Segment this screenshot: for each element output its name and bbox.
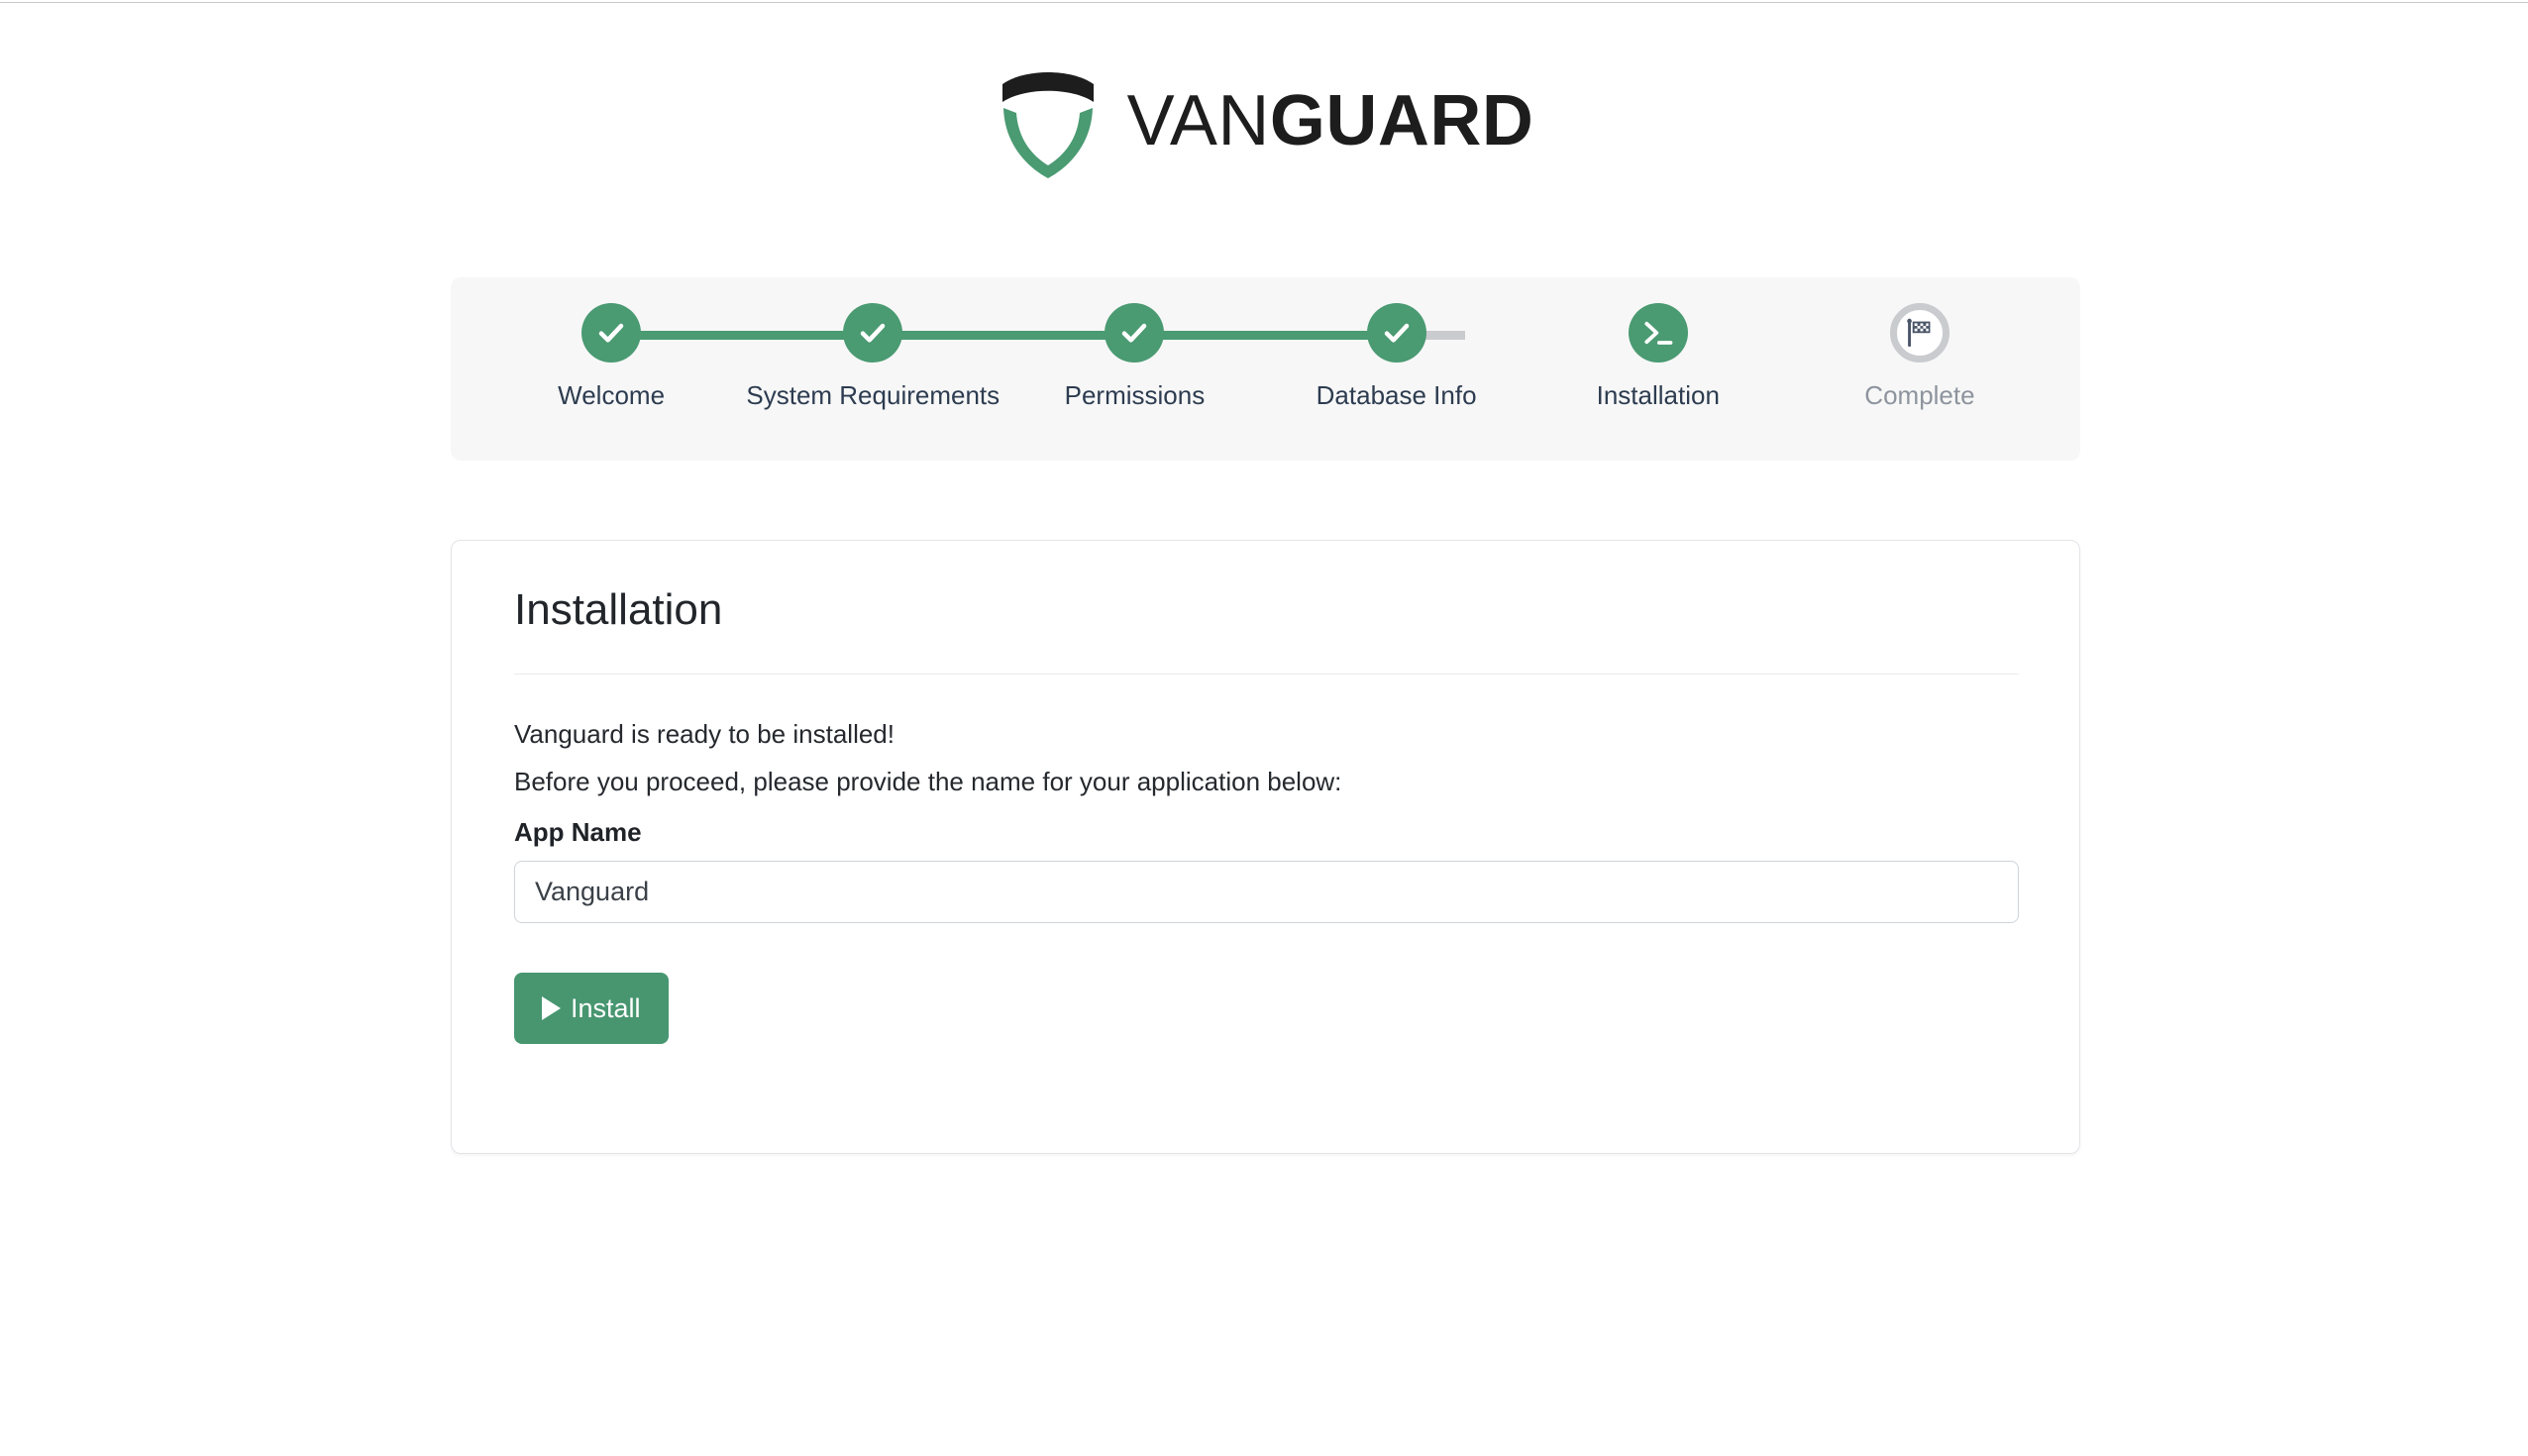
- step-complete[interactable]: Complete: [1789, 303, 2051, 408]
- step-permissions-circle: [1105, 303, 1165, 363]
- step-permissions[interactable]: Permissions: [1003, 303, 1265, 408]
- step-complete-circle: [1889, 303, 1949, 363]
- page-top-divider: [0, 2, 2528, 3]
- install-button-label: Install: [571, 992, 641, 1023]
- step-installation-circle: [1628, 303, 1688, 363]
- step-database-info-label: Database Info: [1316, 380, 1477, 410]
- check-icon: [1122, 323, 1147, 343]
- step-system-requirements[interactable]: System Requirements: [742, 303, 1003, 408]
- installation-card: Installation Vanguard is ready to be ins…: [451, 540, 2080, 1154]
- brand-name-part2: GUARD: [1269, 81, 1534, 160]
- terminal-prompt-icon: [1644, 321, 1673, 345]
- step-database-info[interactable]: Database Info: [1266, 303, 1527, 408]
- install-button[interactable]: Install: [514, 973, 669, 1044]
- step-welcome-circle: [581, 303, 642, 363]
- brand-name-part1: VAN: [1126, 81, 1270, 160]
- installer-stepper: Welcome System Requirements Permissions: [451, 277, 2080, 461]
- ready-message: Vanguard is ready to be installed!: [514, 719, 895, 749]
- step-complete-label: Complete: [1864, 380, 1975, 410]
- step-installation[interactable]: Installation: [1527, 303, 1789, 408]
- step-installation-label: Installation: [1596, 380, 1720, 410]
- step-welcome-label: Welcome: [558, 380, 666, 410]
- step-system-requirements-label: System Requirements: [746, 380, 1001, 410]
- card-divider: [514, 674, 2019, 675]
- step-welcome[interactable]: Welcome: [480, 303, 742, 408]
- brand-wordmark: VANGUARD: [1127, 85, 1534, 156]
- step-database-info-circle: [1366, 303, 1426, 363]
- brand-logo: VANGUARD: [0, 61, 2528, 180]
- check-icon: [860, 323, 886, 343]
- step-permissions-label: Permissions: [1064, 380, 1206, 410]
- app-name-input[interactable]: [514, 861, 2019, 923]
- checkered-flag-icon: [1907, 318, 1931, 348]
- step-system-requirements-circle: [843, 303, 903, 363]
- app-name-label: App Name: [514, 817, 642, 847]
- check-icon: [1384, 323, 1409, 343]
- shield-logo-icon: [1001, 72, 1094, 178]
- instruction-message: Before you proceed, please provide the n…: [514, 767, 1342, 796]
- play-icon: [542, 996, 561, 1020]
- installer-page: VANGUARD Welcome System Requirements Per…: [0, 0, 2528, 1456]
- check-icon: [598, 323, 624, 343]
- page-title: Installation: [514, 585, 723, 634]
